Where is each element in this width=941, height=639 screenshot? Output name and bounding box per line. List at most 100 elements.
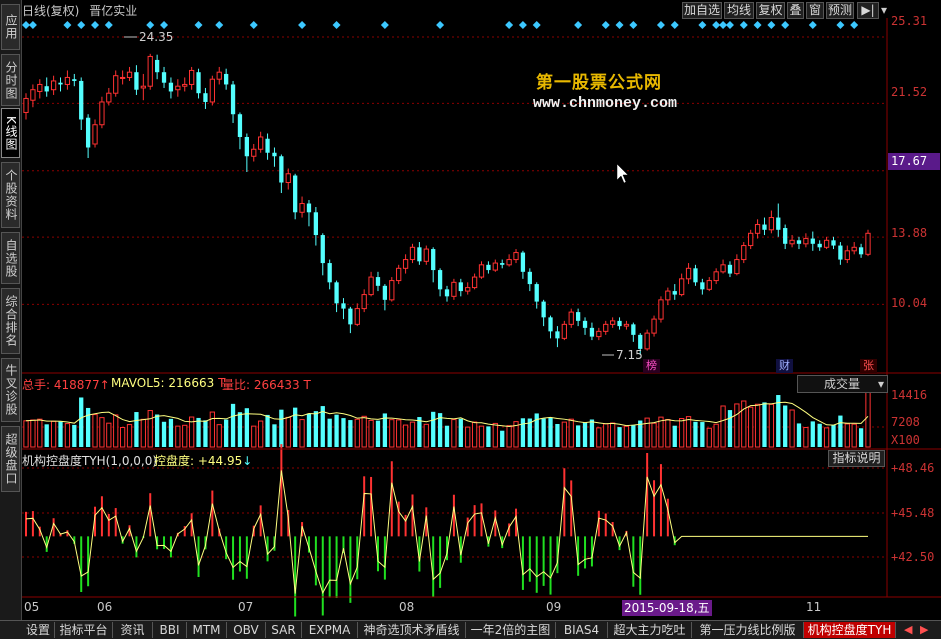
candle-body <box>776 217 781 230</box>
candle-body <box>451 281 457 297</box>
indicator-value-text: 控盘度: +44.95 <box>154 454 243 468</box>
volume-bar <box>706 427 712 448</box>
tab-news[interactable]: 资讯 <box>113 622 153 638</box>
volume-bar <box>37 418 43 448</box>
volume-bar <box>561 421 567 448</box>
candle-body <box>327 263 332 283</box>
indicator-axis-label: +48.46 <box>891 461 935 475</box>
volume-bar <box>119 427 126 448</box>
candle-body <box>520 252 526 272</box>
candle-body <box>831 240 836 246</box>
candle-body <box>126 71 133 78</box>
signal-diamond-icon <box>436 21 445 29</box>
volume-bar <box>293 407 298 447</box>
tab-indicator-platform[interactable]: 指标平台 <box>55 622 113 638</box>
kline-chart[interactable] <box>0 0 941 620</box>
mouse-cursor-icon <box>616 163 629 184</box>
candle-body <box>251 148 257 157</box>
volume-bar <box>720 405 726 448</box>
tab-mtm[interactable]: MTM <box>187 622 227 638</box>
event-mark-rise[interactable]: 张 <box>860 359 877 373</box>
signal-diamond-icon <box>836 21 845 29</box>
signal-diamond-icon <box>753 21 762 29</box>
volume-bar <box>258 420 264 448</box>
volume-bar <box>858 428 864 447</box>
tab-bbi[interactable]: BBI <box>153 622 187 638</box>
candle-body <box>361 294 367 310</box>
candle-body <box>402 259 409 269</box>
volume-bar <box>313 411 319 447</box>
volume-bar <box>30 419 36 448</box>
volume-bar <box>72 424 77 447</box>
candle-body <box>258 136 264 150</box>
candle-body <box>561 323 567 339</box>
tab-sar[interactable]: SAR <box>266 622 302 638</box>
volume-axis-unit: X100 <box>891 433 920 447</box>
candle-body <box>168 82 174 92</box>
tab-obv[interactable]: OBV <box>227 622 266 638</box>
mavol5: MAVOL5: 216663 T <box>111 376 225 390</box>
volume-bar <box>685 416 692 448</box>
volume-bar <box>506 425 512 448</box>
indicator-name[interactable]: 机构控盘度TYH(1,0,0,0) <box>22 452 157 469</box>
event-mark-list[interactable]: 榜 <box>643 359 660 373</box>
candle-body <box>154 59 160 73</box>
volume-bar <box>106 422 112 448</box>
tab-scroll-left-icon[interactable]: ◀ <box>904 623 912 636</box>
candle-body <box>658 299 664 320</box>
tab-big-money[interactable]: 超大主力吃吐 <box>608 622 692 638</box>
volume-total-value: 总手: 418877 <box>22 378 100 392</box>
dropdown-label: 成交量 <box>824 377 861 391</box>
volume-bar <box>575 425 581 447</box>
signal-diamond-icon <box>215 21 224 29</box>
signal-diamond-icon <box>574 21 583 29</box>
volume-bar <box>79 397 84 447</box>
volume-bar <box>375 420 381 447</box>
volume-bar <box>796 423 802 447</box>
volume-axis-label: 14416 <box>891 388 928 402</box>
candle-body <box>644 332 650 350</box>
volume-bar <box>734 403 740 448</box>
candle-body <box>679 278 685 296</box>
volume-bar <box>651 422 657 448</box>
tab-pressure-line[interactable]: 第一压力线比例版 <box>692 622 804 638</box>
volume-bar <box>237 412 243 447</box>
volume-indicator-dropdown[interactable]: 成交量 ▾ <box>797 375 888 393</box>
volume-bar <box>402 424 409 448</box>
volume-bar <box>555 423 560 447</box>
candle-body <box>396 267 402 282</box>
candle-body <box>161 72 167 83</box>
volume-bar <box>596 427 602 448</box>
volume-bar <box>823 427 830 448</box>
volume-bar <box>341 418 346 447</box>
candle-body <box>548 317 553 332</box>
tab-scroll-right-icon[interactable]: ▶ <box>920 623 928 636</box>
signal-diamond-icon <box>615 21 624 29</box>
candle-body <box>285 173 291 184</box>
indicator-help-button[interactable]: 指标说明 <box>828 450 885 467</box>
volume-bar <box>444 425 450 447</box>
candle-body <box>306 203 312 213</box>
volume-bar <box>224 419 229 447</box>
candle-body <box>209 78 215 103</box>
volume-bar <box>361 415 367 448</box>
signal-diamond-icon <box>22 21 30 29</box>
volume-bar <box>727 410 733 447</box>
event-mark-finance[interactable]: 财 <box>776 359 793 373</box>
current-price-box: 17.67 <box>888 153 940 170</box>
volume-bar <box>154 414 160 447</box>
tab-settings[interactable]: 设置 <box>22 622 55 638</box>
candle-body <box>506 259 512 266</box>
volume-bar <box>458 418 463 447</box>
tab-expma[interactable]: EXPMA <box>302 622 358 638</box>
candle-body <box>713 271 719 282</box>
volume-bar <box>140 418 146 448</box>
signal-diamond-icon <box>629 21 638 29</box>
tab-institution-control[interactable]: 机构控盘度TYH <box>804 622 896 638</box>
tab-double-main[interactable]: 一年2倍的主图 <box>466 622 556 638</box>
volume-bar <box>541 418 546 447</box>
tab-bias4[interactable]: BIAS4 <box>556 622 608 638</box>
candle-body <box>513 252 519 261</box>
tab-magic-top[interactable]: 神奇选顶术矛盾线 <box>358 622 466 638</box>
volume-bar <box>520 418 526 447</box>
